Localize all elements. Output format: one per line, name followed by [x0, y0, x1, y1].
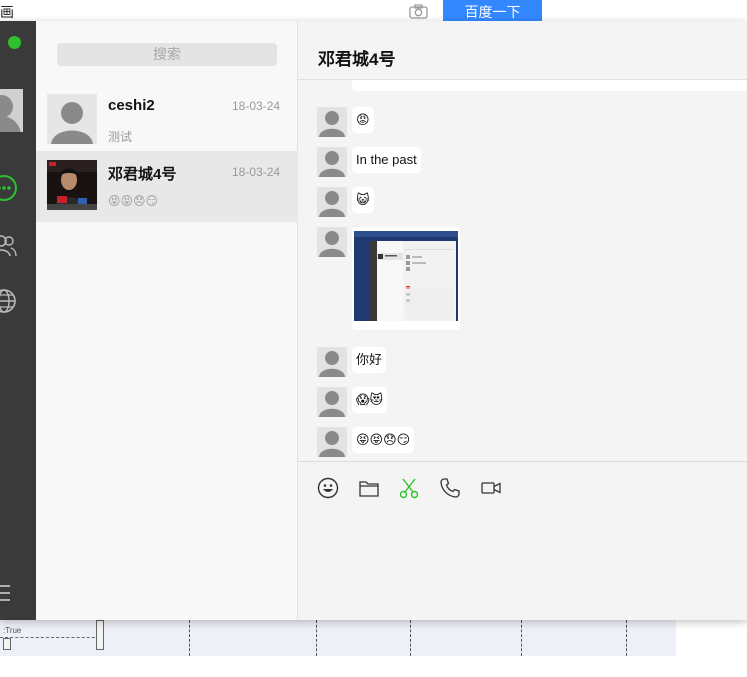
sender-avatar — [317, 387, 347, 417]
image-message[interactable] — [352, 227, 460, 330]
contact-avatar — [47, 94, 97, 144]
conversation-date: 18-03-24 — [232, 165, 281, 179]
chat-icon[interactable] — [0, 174, 18, 202]
background-timeline: :True — [0, 620, 676, 656]
globe-icon[interactable] — [0, 287, 18, 315]
phone-icon[interactable] — [439, 477, 461, 499]
my-avatar[interactable] — [0, 89, 23, 132]
video-icon[interactable] — [480, 477, 502, 499]
dashed-divider — [626, 620, 627, 656]
dashed-divider — [521, 620, 522, 656]
conversation-list: 搜索 ceshi2 18-03-24 测试 邓君城4号 18-03-24 😝😝😞… — [36, 21, 298, 620]
screenshot-thumbnail — [354, 231, 458, 321]
background-browser-bar: 画 百度一下 — [0, 0, 747, 21]
message-bubble[interactable]: 😺 — [352, 187, 374, 213]
sender-avatar — [317, 187, 347, 217]
message-preview: 😝😝😞😏 — [108, 194, 159, 208]
conversation-date: 18-03-24 — [232, 99, 281, 113]
background-text-fragment: 画 — [0, 4, 14, 20]
chat-panel: 邓君城4号 😡 In the past 😺 你好 😱😻 😝😝😞😏 — [298, 21, 747, 620]
sender-avatar — [317, 147, 347, 177]
search-input[interactable]: 搜索 — [57, 43, 277, 66]
previous-message-bubble — [352, 80, 747, 91]
baidu-search-button[interactable]: 百度一下 — [443, 0, 542, 21]
timeline-handle — [3, 638, 11, 650]
contact-photo-avatar — [47, 160, 97, 210]
message-bubble[interactable]: 😡 — [352, 107, 374, 133]
compose-area[interactable] — [298, 461, 747, 620]
chat-app-window: 搜索 ceshi2 18-03-24 测试 邓君城4号 18-03-24 😝😝😞… — [0, 21, 747, 620]
menu-icon[interactable] — [0, 583, 14, 603]
contact-name: ceshi2 — [108, 97, 155, 114]
message-preview: 测试 — [108, 130, 133, 144]
camera-icon[interactable] — [409, 4, 428, 19]
sender-avatar — [317, 107, 347, 137]
sender-avatar — [317, 427, 347, 457]
conversation-item-active[interactable]: 邓君城4号 18-03-24 😝😝😞😏 — [36, 151, 298, 222]
emoji-icon[interactable] — [317, 477, 339, 499]
contact-name: 邓君城4号 — [108, 166, 177, 183]
conversation-item[interactable]: ceshi2 18-03-24 测试 — [36, 85, 298, 156]
chat-title: 邓君城4号 — [318, 50, 396, 69]
online-status-dot — [8, 36, 21, 49]
timeline-handle — [96, 620, 104, 650]
background-label: :True — [3, 626, 22, 635]
sender-avatar — [317, 347, 347, 377]
message-bubble[interactable]: 你好 — [352, 347, 387, 373]
scissors-icon[interactable] — [398, 477, 420, 499]
sender-avatar — [317, 227, 347, 257]
dashed-divider — [316, 620, 317, 656]
nav-sidebar — [0, 21, 36, 620]
dashed-line — [0, 637, 100, 638]
dashed-divider — [410, 620, 411, 656]
contacts-icon[interactable] — [0, 232, 18, 260]
folder-icon[interactable] — [358, 477, 380, 499]
dashed-divider — [189, 620, 190, 656]
message-bubble[interactable]: 😝😝😞😏 — [352, 427, 415, 453]
message-bubble[interactable]: 😱😻 — [352, 387, 388, 413]
message-bubble[interactable]: In the past — [352, 147, 421, 173]
